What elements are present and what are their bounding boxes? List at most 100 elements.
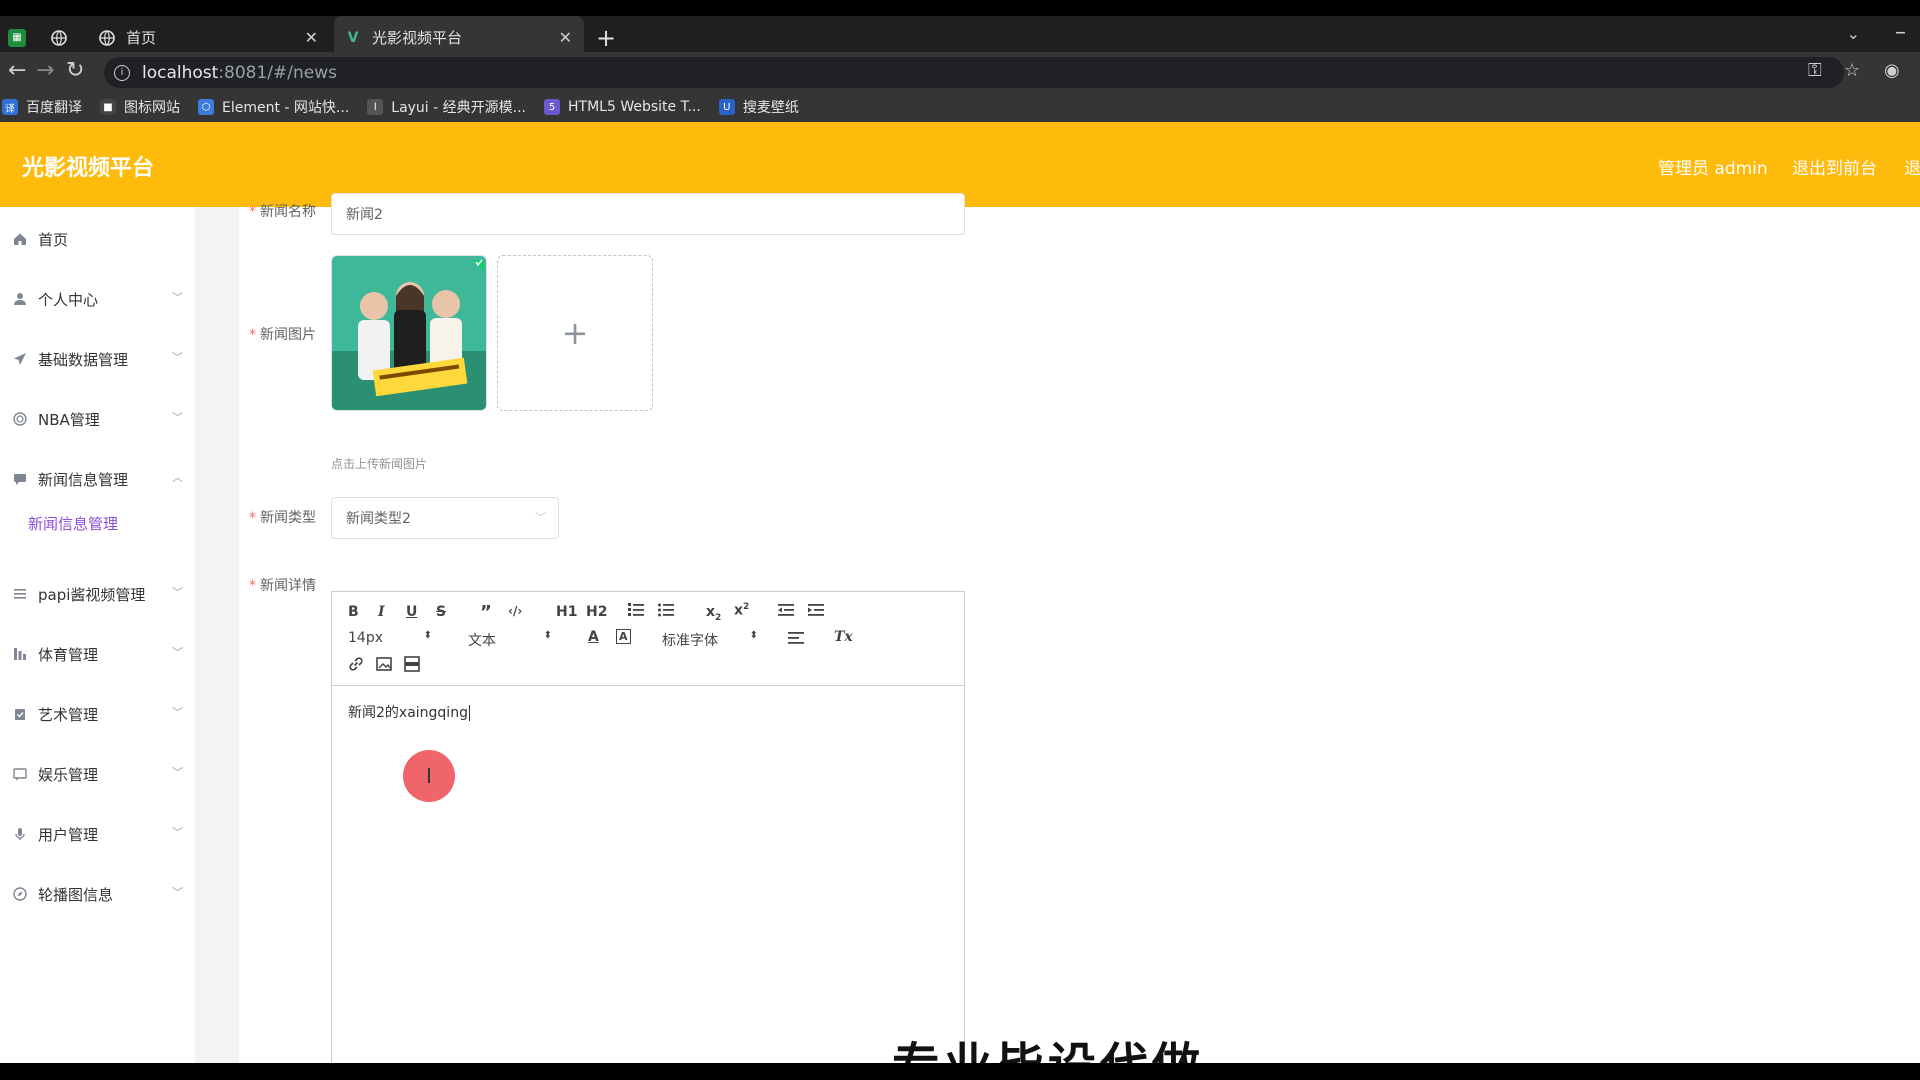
select-arrows-icon: ⬍ bbox=[423, 630, 432, 641]
back-to-front-link[interactable]: 退出到前台 bbox=[1792, 154, 1877, 179]
news-name-label: * 新闻名称 bbox=[249, 204, 316, 220]
chevron-down-icon: ﹀ bbox=[172, 646, 183, 659]
plus-icon: + bbox=[561, 314, 589, 352]
chevron-down-icon[interactable]: ⌄ bbox=[1847, 24, 1860, 43]
select-arrows-icon: ⬍ bbox=[543, 630, 552, 641]
text-color-icon[interactable]: A bbox=[588, 629, 599, 645]
sidebar-item-art[interactable]: 艺术管理 ﹀ bbox=[0, 694, 195, 734]
block-format-select[interactable]: 文本 ⬍ bbox=[468, 630, 552, 649]
address-bar[interactable]: i localhost:8081/#/news bbox=[104, 57, 1844, 88]
news-name-input[interactable]: 新闻2 bbox=[331, 193, 965, 235]
mouse-cursor-highlight: I bbox=[403, 750, 455, 802]
sidebar-item-home[interactable]: 首页 bbox=[0, 219, 195, 259]
underline-icon[interactable]: U bbox=[406, 604, 417, 620]
superscript-icon[interactable]: x2 bbox=[734, 602, 749, 619]
chevron-down-icon: ﹀ bbox=[172, 586, 183, 599]
user-icon bbox=[12, 291, 28, 307]
bookmark-item[interactable]: ⬡ Element - 网站快... bbox=[198, 97, 349, 117]
font-family-select[interactable]: 标准字体 ⬍ bbox=[662, 630, 758, 649]
editor-content[interactable]: 新闻2的xaingqing bbox=[348, 702, 470, 722]
clear-format-icon[interactable]: Tx bbox=[834, 629, 853, 645]
sidebar-item-carousel[interactable]: 轮播图信息 ﹀ bbox=[0, 874, 195, 914]
sidebar-item-users[interactable]: 用户管理 ﹀ bbox=[0, 814, 195, 854]
bookmark-item[interactable]: 5 HTML5 Website T... bbox=[544, 99, 701, 115]
outdent-icon[interactable] bbox=[778, 603, 794, 621]
mic-icon bbox=[12, 826, 28, 842]
app-brand: 光影视频平台 bbox=[22, 156, 155, 181]
bookmark-item[interactable]: l Layui - 经典开源模... bbox=[367, 97, 526, 117]
sheets-icon: ▦ bbox=[8, 28, 26, 47]
news-image-thumbnail[interactable] bbox=[331, 255, 487, 411]
list-icon bbox=[12, 586, 28, 602]
news-image-label: * 新闻图片 bbox=[249, 327, 316, 343]
compass-icon bbox=[12, 886, 28, 902]
sidebar-item-nba[interactable]: NBA管理 ﹀ bbox=[0, 399, 195, 439]
minimize-icon[interactable]: – bbox=[1895, 20, 1906, 45]
tab-title: 光影视频平台 bbox=[372, 29, 463, 47]
strikethrough-icon[interactable]: S bbox=[436, 604, 446, 620]
new-tab-icon[interactable]: + bbox=[596, 24, 616, 52]
tab-title: 首页 bbox=[126, 29, 157, 47]
ordered-list-icon[interactable] bbox=[628, 603, 644, 621]
indent-icon[interactable] bbox=[808, 603, 824, 621]
image-icon[interactable] bbox=[376, 656, 392, 676]
url-host: localhost bbox=[142, 62, 219, 83]
info-icon[interactable]: i bbox=[114, 64, 130, 81]
sidebar-item-basic-data[interactable]: 基础数据管理 ﹀ bbox=[0, 339, 195, 379]
sidebar-item-sports[interactable]: 体育管理 ﹀ bbox=[0, 634, 195, 674]
close-icon[interactable]: ✕ bbox=[305, 28, 318, 47]
logout-link[interactable]: 退 bbox=[1904, 154, 1920, 179]
sidebar-item-profile[interactable]: 个人中心 ﹀ bbox=[0, 279, 195, 319]
sidebar-subitem-news-info[interactable]: 新闻信息管理 bbox=[28, 513, 118, 534]
chevron-down-icon: ﹀ bbox=[172, 291, 183, 304]
bookmark-icon: ⬡ bbox=[198, 99, 214, 115]
video-icon[interactable] bbox=[404, 656, 420, 676]
bookmark-icon: U bbox=[718, 99, 735, 115]
reload-icon[interactable]: ↻ bbox=[66, 58, 84, 83]
profile-icon[interactable]: ◉ bbox=[1884, 60, 1900, 81]
chat-icon bbox=[12, 471, 28, 487]
italic-icon[interactable]: I bbox=[378, 604, 385, 620]
circle-icon bbox=[12, 411, 28, 427]
font-size-select[interactable]: 14px ⬍ bbox=[348, 630, 432, 648]
bold-icon[interactable]: B bbox=[348, 604, 359, 620]
news-form: * 新闻名称 新闻2 * 新闻图片 + 点击上传新闻图片 * 新闻类型 新闻类型… bbox=[239, 193, 1920, 1063]
image-upload-hint: 点击上传新闻图片 bbox=[331, 457, 428, 471]
bookmark-item[interactable]: ■ 图标网站 bbox=[100, 97, 180, 117]
star-icon[interactable]: ☆ bbox=[1844, 60, 1860, 81]
text-cursor-icon: I bbox=[426, 764, 432, 788]
current-user: 管理员 admin bbox=[1658, 159, 1768, 179]
heading-1-icon[interactable]: H1 bbox=[556, 604, 577, 620]
sidebar-item-entertainment[interactable]: 娱乐管理 ﹀ bbox=[0, 754, 195, 794]
bookmark-icon: 5 bbox=[544, 99, 560, 115]
bullet-list-icon[interactable] bbox=[658, 603, 674, 621]
chevron-down-icon: ﹀ bbox=[172, 886, 183, 899]
key-icon[interactable]: ⚿ bbox=[1808, 60, 1822, 81]
news-thumbnail-image bbox=[332, 256, 486, 410]
background-color-icon[interactable]: A bbox=[616, 629, 631, 644]
bookmark-item[interactable]: U 搜麦壁纸 bbox=[718, 97, 799, 117]
chevron-down-icon: ﹀ bbox=[172, 706, 183, 719]
chevron-down-icon: ﹀ bbox=[172, 766, 183, 779]
align-icon[interactable] bbox=[788, 631, 804, 649]
chevron-up-icon: ︿ bbox=[172, 471, 183, 484]
vue-logo-icon: V bbox=[347, 29, 359, 46]
code-icon[interactable]: ‹/› bbox=[508, 604, 522, 618]
subscript-icon[interactable]: x2 bbox=[706, 604, 721, 623]
video-letterbox bbox=[0, 1063, 1920, 1080]
close-icon[interactable]: ✕ bbox=[559, 28, 572, 47]
back-icon[interactable]: ← bbox=[8, 58, 26, 83]
heading-2-icon[interactable]: H2 bbox=[586, 604, 607, 620]
forward-icon[interactable]: → bbox=[36, 58, 54, 83]
editor-toolbar: B I U S ” ‹/› H1 H2 x2 x2 14px ⬍ 文本 ⬍ A … bbox=[332, 592, 964, 686]
news-type-label: * 新闻类型 bbox=[249, 510, 316, 526]
chevron-down-icon: ﹀ bbox=[172, 351, 183, 364]
news-type-select[interactable]: 新闻类型2 ﹀ bbox=[331, 497, 559, 539]
blockquote-icon[interactable]: ” bbox=[480, 602, 492, 623]
chevron-down-icon: ﹀ bbox=[172, 411, 183, 424]
bookmark-item[interactable]: 译百度翻译 bbox=[2, 97, 82, 117]
image-upload-button[interactable]: + bbox=[497, 255, 653, 411]
sidebar-item-papi-video[interactable]: papi酱视频管理 ﹀ bbox=[0, 574, 195, 614]
sidebar-item-news[interactable]: 新闻信息管理 ︿ bbox=[0, 459, 195, 499]
link-icon[interactable] bbox=[348, 656, 364, 676]
